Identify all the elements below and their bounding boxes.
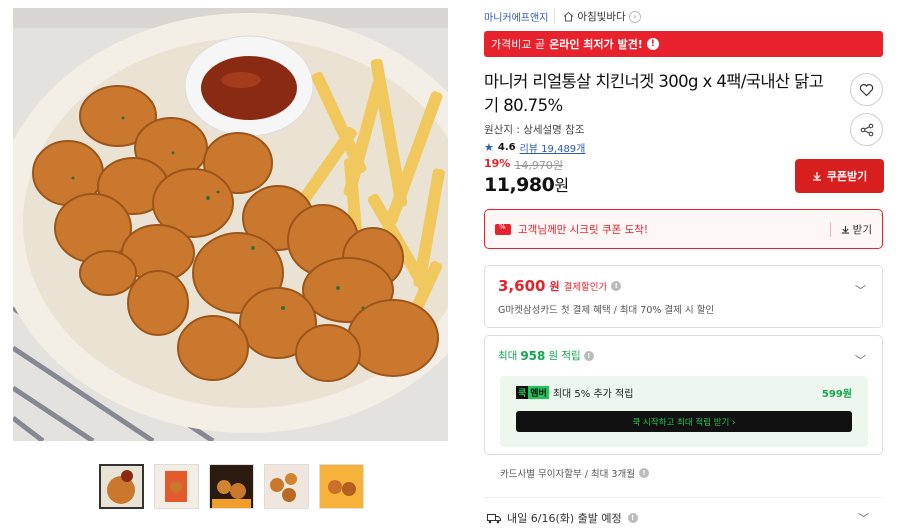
info-icon: ! bbox=[646, 38, 659, 50]
share-icon bbox=[860, 123, 873, 136]
shipping-row[interactable]: 내일 6/16(화) 출발 예정 ! ﹀ bbox=[484, 497, 883, 526]
chevron-down-icon[interactable]: ﹀ bbox=[858, 510, 869, 526]
points-suffix: 원 적립 bbox=[548, 350, 581, 362]
card-price-row: 3,600 원 결제할인가 ! bbox=[498, 277, 869, 295]
chevron-down-icon[interactable]: ﹀ bbox=[855, 352, 866, 368]
card-discount-box[interactable]: 3,600 원 결제할인가 ! G마켓삼성카드 첫 결제 혜택 / 최대 70% … bbox=[484, 265, 883, 328]
rating-score: 4.6 bbox=[497, 142, 516, 153]
thumbnail-4[interactable] bbox=[264, 464, 309, 509]
info-icon[interactable]: ! bbox=[627, 513, 638, 523]
rating-row: ★ 4.6 리뷰 19,489개 bbox=[484, 140, 585, 155]
info-icon[interactable]: ! bbox=[611, 281, 622, 291]
receive-label: 받기 bbox=[852, 223, 872, 236]
card-description: G마켓삼성카드 첫 결제 혜택 / 최대 70% 결제 시 할인 bbox=[498, 305, 715, 316]
coupon-ticket-icon bbox=[495, 223, 511, 235]
sale-price-value: 11,980 bbox=[484, 174, 555, 196]
member-benefit-box: 쿡 멤버 최대 5% 추가 적립 599원 쿡 시작하고 최대 적립 받기 › bbox=[500, 376, 868, 447]
coupon-button[interactable]: 쿠폰받기 bbox=[795, 159, 884, 193]
chevron-down-icon[interactable]: ﹀ bbox=[855, 282, 866, 298]
card-price-unit: 원 bbox=[549, 280, 560, 293]
info-icon[interactable]: ! bbox=[583, 350, 594, 361]
member-signup-button[interactable]: 쿡 시작하고 최대 적립 받기 › bbox=[516, 411, 852, 432]
seller-row: 마니커에프앤지 아침빛바다 › bbox=[484, 9, 641, 24]
info-icon[interactable]: ! bbox=[638, 468, 649, 478]
member-badge-k: 쿡 bbox=[516, 386, 529, 399]
thumbnail-5[interactable] bbox=[319, 464, 364, 509]
origin-text: 원산지 : 상세설명 참조 bbox=[484, 124, 585, 136]
chevron-right-icon: › bbox=[628, 10, 641, 23]
installment-row: 카드사별 무이자할부 / 최대 3개월 ! bbox=[500, 466, 649, 480]
discount-rate: 19% bbox=[484, 157, 511, 170]
secret-coupon-receive-button[interactable]: 받기 bbox=[829, 221, 872, 237]
member-badge: 쿡 멤버 bbox=[516, 386, 549, 399]
store-link[interactable]: 아침빛바다 › bbox=[554, 9, 641, 24]
secret-coupon-banner[interactable]: 고객님께만 시크릿 쿠폰 도착! 받기 bbox=[484, 209, 883, 249]
points-box: 최대 958 원 적립 ! ﹀ 쿡 멤버 최대 5% 추가 적립 599원 쿡 시… bbox=[484, 335, 883, 455]
card-price-tag: 결제할인가 bbox=[563, 282, 608, 293]
thumbnail-3[interactable] bbox=[209, 464, 254, 509]
main-product-image[interactable] bbox=[13, 8, 448, 441]
sale-price: 11,980원 bbox=[484, 172, 569, 196]
shipping-text: 내일 6/16(화) 출발 예정 bbox=[507, 512, 622, 525]
truck-icon bbox=[487, 513, 501, 523]
heart-icon bbox=[859, 83, 874, 96]
like-button[interactable] bbox=[850, 73, 883, 106]
star-icon: ★ bbox=[484, 141, 494, 154]
download-icon bbox=[841, 225, 849, 234]
reviews-link[interactable]: 리뷰 19,489개 bbox=[520, 140, 586, 155]
secret-coupon-text: 고객님께만 시크릿 쿠폰 도착! bbox=[518, 223, 649, 236]
banner-prefix: 가격비교 곧 bbox=[491, 38, 546, 51]
member-badge-m: 멤버 bbox=[528, 386, 549, 399]
banner-highlight: 온라인 최저가 발견! bbox=[549, 38, 643, 51]
member-text: 최대 5% 추가 적립 bbox=[552, 389, 634, 400]
card-price-value: 3,600 bbox=[498, 277, 546, 295]
member-row: 쿡 멤버 최대 5% 추가 적립 599원 bbox=[516, 385, 852, 400]
thumbnail-strip bbox=[99, 464, 364, 509]
thumbnail-2[interactable] bbox=[154, 464, 199, 509]
share-button[interactable] bbox=[850, 113, 883, 146]
coupon-button-label: 쿠폰받기 bbox=[826, 170, 868, 183]
sale-price-unit: 원 bbox=[554, 176, 569, 195]
store-name: 아침빛바다 bbox=[577, 11, 626, 23]
member-points: 599원 bbox=[821, 389, 852, 400]
discount-row: 19% 14,970원 bbox=[484, 157, 563, 173]
chicken-nuggets-photo bbox=[13, 8, 448, 441]
points-title: 최대 958 원 적립 ! bbox=[498, 348, 869, 363]
home-icon bbox=[564, 11, 574, 22]
thumbnail-1[interactable] bbox=[99, 464, 144, 509]
points-amount: 958 bbox=[520, 348, 546, 363]
download-icon bbox=[812, 172, 821, 181]
installment-text: 카드사별 무이자할부 / 최대 3개월 bbox=[500, 469, 635, 480]
seller-name-link[interactable]: 마니커에프앤지 bbox=[484, 9, 548, 24]
product-title: 마니커 리얼통살 치킨너겟 300g x 4팩/국내산 닭고기 80.75% bbox=[484, 72, 824, 115]
points-prefix: 최대 bbox=[498, 350, 518, 362]
price-compare-banner[interactable]: 가격비교 곧 온라인 최저가 발견! ! bbox=[484, 31, 883, 57]
original-price: 14,970원 bbox=[514, 159, 563, 172]
